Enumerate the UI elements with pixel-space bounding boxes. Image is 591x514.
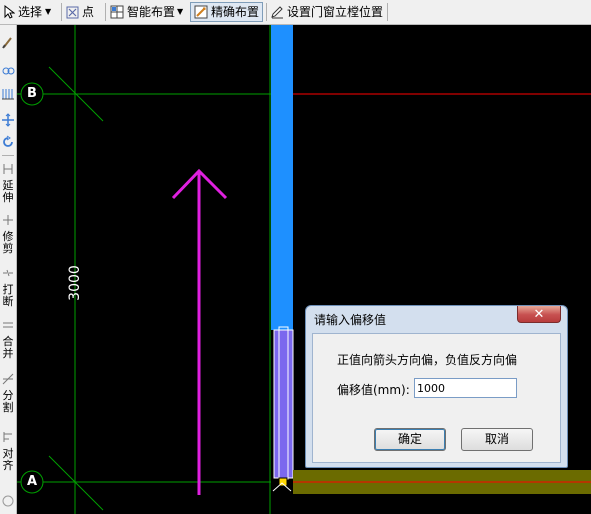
precise-layout-label: 精确布置 (211, 5, 260, 19)
toolbar-separator (387, 3, 388, 21)
trim-tool-label[interactable]: 修剪 (1, 231, 15, 255)
array-icon[interactable] (1, 87, 15, 101)
merge-icon[interactable] (1, 318, 15, 332)
dimension-tick-a (48, 455, 104, 511)
smart-layout-button[interactable]: 智能布置 ▼ (110, 2, 183, 22)
brush-icon[interactable] (1, 35, 15, 49)
select-label: 选择 (18, 5, 43, 19)
axis-label-b: B (27, 86, 37, 101)
extend-tool-label[interactable]: 延伸 (1, 180, 15, 204)
split-tool-label[interactable]: 分割 (1, 390, 15, 414)
left-toolbar: 延伸 修剪 打断 合并 分割 对齐 (0, 25, 17, 514)
ok-button[interactable]: 确定 (374, 428, 446, 451)
point-button[interactable]: 点 (66, 2, 94, 22)
layer-icon[interactable] (1, 494, 15, 508)
rotate-icon[interactable] (1, 135, 15, 149)
precise-layout-icon (194, 5, 208, 19)
break-icon[interactable] (1, 266, 15, 280)
set-door-window-label: 设置门窗立樘位置 (287, 5, 384, 19)
point-icon (66, 6, 79, 18)
trim-icon[interactable] (1, 213, 15, 227)
select-button[interactable]: 选择 ▼ (3, 2, 51, 22)
move-icon[interactable] (1, 113, 15, 127)
toolbar-separator (61, 3, 62, 21)
dialog-close-button[interactable]: ✕ (517, 306, 561, 323)
toolbar-separator (2, 155, 14, 156)
extend-icon[interactable] (1, 162, 15, 176)
smart-layout-label: 智能布置 (127, 5, 176, 19)
toolbar-separator (266, 3, 267, 21)
wall-segment[interactable] (271, 25, 293, 330)
offset-input[interactable] (414, 378, 517, 398)
pencil-icon (271, 6, 283, 19)
toolbar: 选择 ▼ 点 智能布置 ▼ 精确布置 设置门窗立樘位置 (0, 0, 591, 25)
dimension-label: 3000 (67, 265, 83, 301)
smart-layout-icon (110, 5, 124, 19)
close-icon: ✕ (533, 306, 545, 322)
align-icon[interactable] (1, 430, 15, 444)
break-tool-label[interactable]: 打断 (1, 284, 15, 308)
cancel-button[interactable]: 取消 (461, 428, 533, 451)
chevron-down-icon[interactable]: ▼ (177, 2, 183, 22)
selected-window-element[interactable] (273, 329, 294, 479)
cursor-icon (4, 5, 15, 19)
dialog-body: 正值向箭头方向偏，负值反方向偏 偏移值(mm): 确定 取消 (312, 333, 561, 463)
axis-label-a: A (26, 474, 38, 489)
point-label: 点 (82, 5, 95, 19)
chevron-down-icon[interactable]: ▼ (45, 2, 51, 22)
offset-dialog: 请输入偏移值 ✕ 正值向箭头方向偏，负值反方向偏 偏移值(mm): 确定 取消 (305, 305, 568, 468)
toolbar-separator (105, 3, 106, 21)
precise-layout-button[interactable]: 精确布置 (190, 2, 264, 22)
split-icon[interactable] (1, 372, 15, 386)
merge-tool-label[interactable]: 合并 (1, 336, 15, 360)
dialog-message: 正值向箭头方向偏，负值反方向偏 (337, 353, 518, 367)
align-tool-label[interactable]: 对齐 (1, 448, 15, 472)
mirror-icon[interactable] (1, 64, 15, 78)
set-door-window-button[interactable]: 设置门窗立樘位置 (270, 2, 383, 22)
offset-label: 偏移值(mm): (337, 383, 410, 397)
dialog-title: 请输入偏移值 (314, 313, 387, 327)
